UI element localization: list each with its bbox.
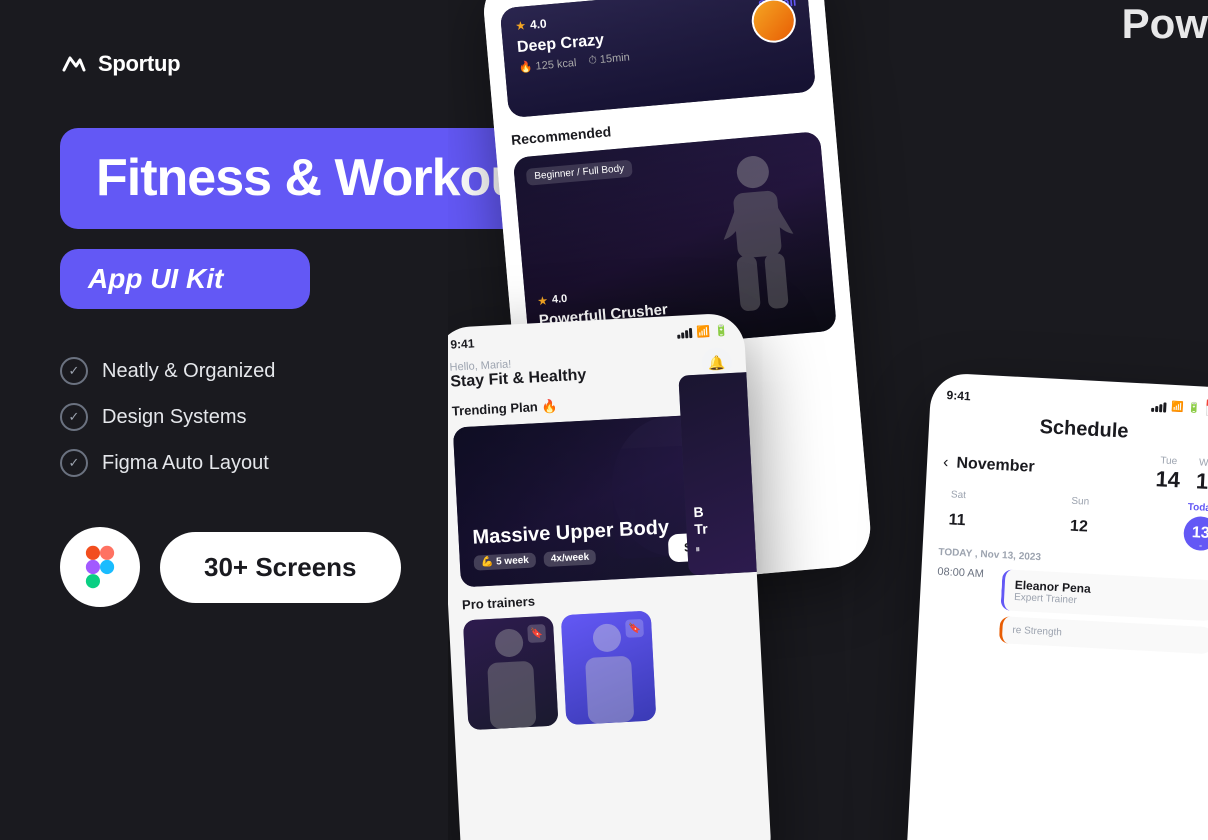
side-strip: BTr ⏸ [678, 372, 758, 575]
workout-frequency: 4x/week [543, 549, 596, 567]
sch-status-icons: 📶 🔋 📅 [1151, 396, 1208, 420]
feature-text-2: Design Systems [102, 406, 247, 429]
figma-button[interactable] [60, 527, 140, 607]
sch-time: 9:41 [946, 388, 971, 403]
feature-text-1: Neatly & Organized [102, 360, 275, 383]
schedule-event-2: re Strength [934, 613, 1208, 655]
big-rating-val: 4.0 [552, 293, 568, 306]
event-time: 08:00 AM [937, 566, 993, 581]
month-label: November [956, 454, 1035, 476]
trainer-card-2: 🔖 [561, 611, 657, 726]
check-icon-2 [60, 403, 88, 431]
sat-num: 11 [939, 503, 975, 539]
calendar-icon[interactable]: 📅 [1204, 399, 1208, 420]
tue-num: 14 [1155, 466, 1181, 493]
sun-num: 12 [1061, 509, 1097, 545]
figma-logo-icon [78, 545, 122, 589]
phones-area: Pow ★ 4.0 Deep Crazy 🔥 125 kca [448, 0, 1208, 840]
wed-num: 15 [1195, 468, 1208, 495]
trainers-section: Pro trainers 🔖 🔖 [462, 583, 751, 731]
event2-subtitle: re Strength [1012, 625, 1202, 646]
big-star-icon: ★ [537, 293, 549, 308]
upcoming-wed: Wed 15 [1195, 457, 1208, 495]
star-icon: ★ [515, 18, 527, 33]
bookmark-icon-1[interactable]: 🔖 [527, 624, 546, 643]
feature-text-3: Figma Auto Layout [102, 452, 269, 475]
today-num[interactable]: 13 [1183, 516, 1208, 552]
brand-logo-icon [60, 50, 88, 78]
brand-name: Sportup [98, 51, 180, 77]
event-card-2[interactable]: re Strength [999, 616, 1208, 654]
week-day-sat: Sat 11 [939, 489, 975, 539]
side-strip-text: BTr ⏸ [693, 504, 709, 555]
today-label-inline: Today [1187, 502, 1208, 514]
rec-rating-val: 4.0 [529, 17, 547, 32]
rec-top-card: ★ 4.0 Deep Crazy 🔥 125 kcal ⏱ 15min See … [500, 0, 816, 118]
sch-battery-icon: 🔋 [1188, 402, 1201, 414]
event-card-1[interactable]: Eleanor Pena Expert Trainer [1000, 569, 1208, 621]
pow-text: Pow [1122, 0, 1208, 48]
event2-time [935, 613, 990, 616]
greeting-area: Hello, Maria! Stay Fit & Healthy [449, 355, 586, 392]
schedule-content: Schedule ‹ November Tue 14 Wed 15 [917, 410, 1208, 671]
upcoming-tue: Tue 14 [1155, 455, 1181, 493]
phone-schedule: 9:41 📶 🔋 📅 Schedule ‹ November [905, 372, 1208, 840]
bookmark-icon-2[interactable]: 🔖 [625, 619, 644, 638]
screens-label: 30+ Screens [204, 552, 357, 583]
signal-icon [676, 326, 693, 338]
subheadline-text: App UI Kit [88, 263, 223, 294]
check-icon-3 [60, 449, 88, 477]
screens-button[interactable]: 30+ Screens [160, 532, 401, 603]
subheadline-badge: App UI Kit [60, 249, 310, 309]
check-icon-1 [60, 357, 88, 385]
trainer-card-1: 🔖 [463, 616, 559, 731]
sch-wifi-icon: 📶 [1171, 401, 1184, 413]
sat-label: Sat [951, 489, 967, 501]
week-day-today: Today 13 [1183, 502, 1208, 552]
sun-label: Sun [1071, 496, 1089, 508]
back-arrow-icon[interactable]: ‹ [943, 453, 949, 471]
status-icons: 📶 🔋 [676, 324, 728, 340]
schedule-nav: ‹ November Tue 14 Wed 15 [942, 444, 1208, 495]
week-day-sun: Sun 12 [1061, 495, 1097, 545]
trainer-cards: 🔖 🔖 [463, 606, 750, 731]
sch-signal-icon [1151, 400, 1168, 412]
home-time: 9:41 [450, 336, 475, 351]
wifi-icon: 📶 [696, 325, 710, 339]
month-nav: ‹ November [943, 453, 1035, 476]
schedule-event-1: 08:00 AM Eleanor Pena Expert Trainer [936, 566, 1208, 621]
week-row: Sat 11 Sun 12 Today 13 [939, 489, 1208, 551]
upcoming-dates: Tue 14 Wed 15 [1155, 455, 1208, 495]
trainers-title: Pro trainers [462, 594, 536, 613]
battery-icon: 🔋 [714, 324, 728, 338]
phone-home: 9:41 📶 🔋 Hello, Maria! Stay Fit & Health… [448, 312, 772, 840]
